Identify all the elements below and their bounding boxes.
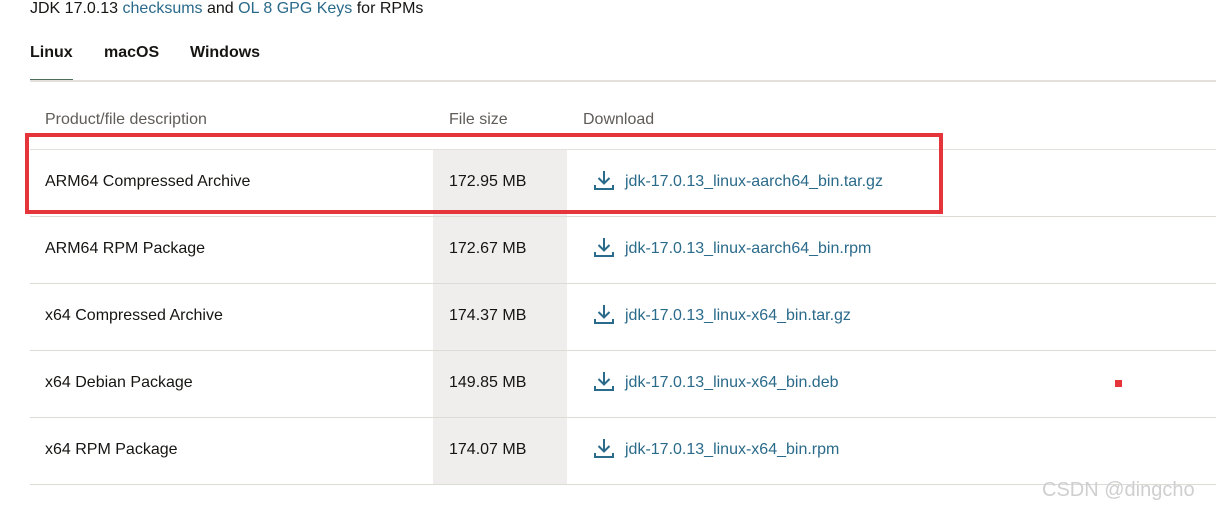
table-row: ARM64 RPM Package 172.67 MB jdk-17.0.13_li…: [30, 217, 1216, 284]
page: JDK 17.0.13 checksums and OL 8 GPG Keys …: [0, 0, 1216, 510]
downloads-table: Product/file description File size Downl…: [30, 102, 1216, 485]
table-row: ARM64 Compressed Archive 172.95 MB jdk-17.…: [30, 150, 1216, 217]
header-description: Product/file description: [45, 111, 207, 128]
gpg-keys-link[interactable]: OL 8 GPG Keys: [238, 0, 352, 17]
download-icon[interactable]: [593, 437, 615, 459]
os-tabs: Linux macOS Windows: [30, 42, 1216, 82]
table-row: x64 RPM Package 174.07 MB jdk-17.0.13_linu…: [30, 418, 1216, 485]
download-icon[interactable]: [593, 169, 615, 191]
download-link[interactable]: jdk-17.0.13_linux-x64_bin.tar.gz: [625, 305, 851, 327]
row-file-size: 174.37 MB: [449, 307, 527, 324]
intro-suffix: for RPMs: [356, 0, 424, 17]
download-link[interactable]: jdk-17.0.13_linux-aarch64_bin.tar.gz: [625, 171, 883, 193]
row-description: x64 Debian Package: [45, 374, 193, 391]
download-icon[interactable]: [593, 236, 615, 258]
row-description: ARM64 Compressed Archive: [45, 173, 251, 190]
tab-linux[interactable]: Linux: [30, 42, 73, 82]
tabs-divider: [30, 80, 1216, 82]
row-description: ARM64 RPM Package: [45, 240, 206, 257]
table-header: Product/file description File size Downl…: [30, 102, 1216, 150]
header-download: Download: [583, 111, 655, 128]
table-row: x64 Debian Package 149.85 MB jdk-17.0.13_l…: [30, 351, 1216, 418]
download-link[interactable]: jdk-17.0.13_linux-x64_bin.rpm: [625, 439, 839, 461]
download-icon[interactable]: [593, 370, 615, 392]
download-link[interactable]: jdk-17.0.13_linux-x64_bin.deb: [625, 372, 838, 394]
checksums-link[interactable]: checksums: [123, 0, 203, 17]
row-file-size: 172.67 MB: [449, 240, 527, 257]
row-file-size: 172.95 MB: [449, 173, 527, 190]
row-file-size: 149.85 MB: [449, 374, 527, 391]
row-description: x64 RPM Package: [45, 441, 178, 458]
table-body: ARM64 Compressed Archive 172.95 MB jdk-17.…: [30, 150, 1216, 485]
intro-prefix: JDK 17.0.13: [30, 0, 119, 17]
intro-text: JDK 17.0.13 checksums and OL 8 GPG Keys …: [30, 0, 423, 20]
watermark: CSDN @dingcho: [1042, 479, 1195, 501]
header-file-size: File size: [449, 111, 508, 128]
download-icon[interactable]: [593, 303, 615, 325]
table-row: x64 Compressed Archive 174.37 MB jdk-17.0.…: [30, 284, 1216, 351]
tab-windows[interactable]: Windows: [190, 42, 260, 80]
intro-and: and: [207, 0, 234, 17]
row-file-size: 174.07 MB: [449, 441, 527, 458]
row-description: x64 Compressed Archive: [45, 307, 223, 324]
tab-macos[interactable]: macOS: [104, 42, 159, 80]
download-link[interactable]: jdk-17.0.13_linux-aarch64_bin.rpm: [625, 238, 871, 260]
red-marker: [1115, 380, 1122, 387]
